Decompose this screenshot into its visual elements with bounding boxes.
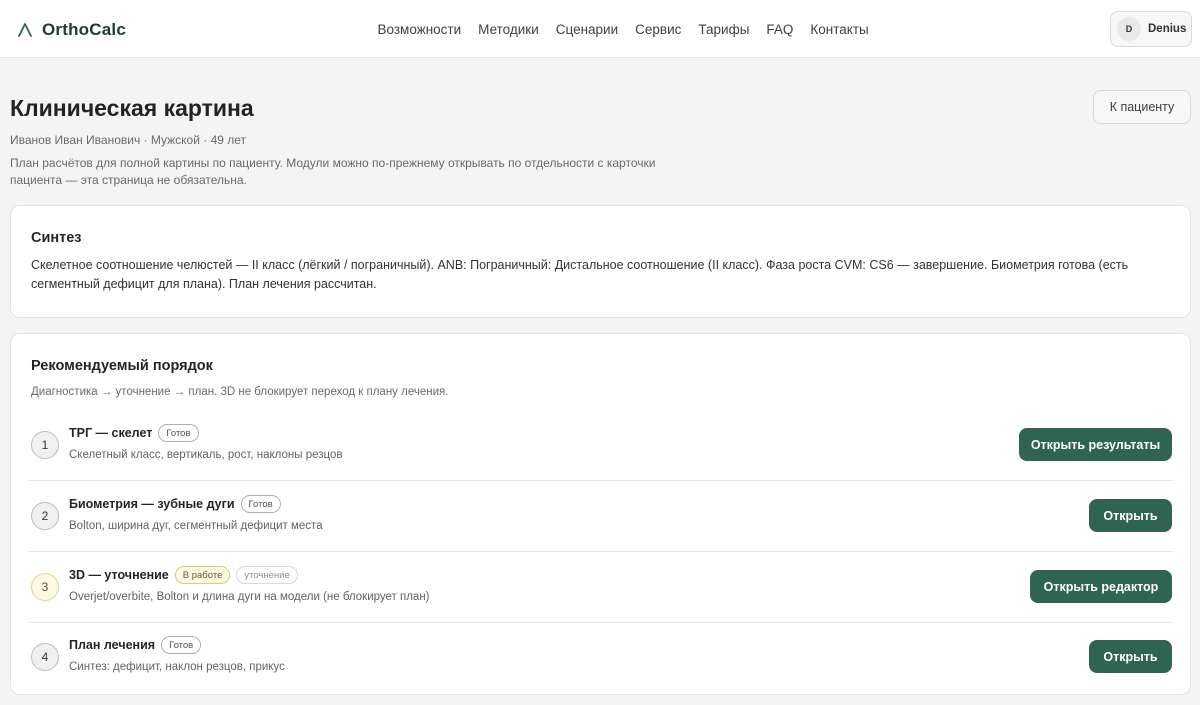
nav-link-scenarios[interactable]: Сценарии (547, 22, 626, 37)
step-title-row: ТРГ — скелет Готов (69, 424, 199, 442)
nav-link-features[interactable]: Возможности (369, 22, 470, 37)
step-title: 3D — уточнение (69, 568, 169, 582)
open-button[interactable]: Открыть (1089, 499, 1172, 532)
patient-info: Иванов Иван Иванович · Мужской · 49 лет (10, 133, 247, 147)
step-description: Bolton, ширина дуг, сегментный дефицит м… (69, 520, 323, 532)
step-title-row: Биометрия — зубные дуги Готов (69, 495, 281, 513)
status-badge: В работе (174, 566, 231, 584)
step-description: Синтез: дефицит, наклон резцов, прикус (69, 661, 285, 673)
logo-icon (18, 23, 32, 37)
nav-link-pricing[interactable]: Тарифы (690, 22, 758, 37)
top-navigation-bar: OrthoCalc Возможности Методики Сценарии … (0, 0, 1200, 58)
step-description: Overjet/overbite, Bolton и длина дуги на… (69, 591, 430, 603)
status-badge: Готов (158, 424, 199, 442)
open-editor-button[interactable]: Открыть редактор (1030, 570, 1172, 603)
nav-link-contacts[interactable]: Контакты (802, 22, 877, 37)
brand[interactable]: OrthoCalc (16, 17, 126, 43)
synthesis-card: Синтез Скелетное соотношение челюстей — … (10, 205, 1191, 318)
step-description: Скелетный класс, вертикаль, рост, наклон… (69, 449, 343, 461)
step-item-biometry: 2 Биометрия — зубные дуги Готов Bolton, … (29, 482, 1173, 552)
synthesis-text: Скелетное соотношение челюстей — II клас… (31, 258, 1129, 291)
step-number: 2 (31, 502, 59, 530)
nav-link-faq[interactable]: FAQ (758, 22, 802, 37)
page-description: План расчётов для полной картины по паци… (10, 156, 656, 187)
avatar: D (1117, 17, 1141, 41)
step-number: 1 (31, 431, 59, 459)
page-title: Клиническая картина (10, 95, 254, 121)
user-name: Denius (1148, 23, 1187, 35)
divider (29, 551, 1173, 552)
step-title-row: План лечения Готов (69, 636, 202, 654)
main-nav: Возможности Методики Сценарии Сервис Тар… (369, 0, 877, 58)
tag-badge: уточнение (236, 566, 298, 584)
step-item-3d-refinement: 3 3D — уточнение В работе уточнение Over… (29, 553, 1173, 623)
nav-link-service[interactable]: Сервис (627, 22, 690, 37)
step-title: ТРГ — скелет (69, 426, 153, 440)
synthesis-title: Синтез (31, 230, 82, 246)
recommended-order-card: Рекомендуемый порядок Диагностика → уточ… (10, 333, 1191, 695)
brand-name: OrthoCalc (42, 20, 126, 39)
step-number: 4 (31, 643, 59, 671)
recommended-order-subtitle: Диагностика → уточнение → план. 3D не бл… (31, 386, 449, 398)
step-item-cephalometry: 1 ТРГ — скелет Готов Скелетный класс, ве… (29, 411, 1173, 481)
step-number: 3 (31, 573, 59, 601)
nav-link-methods[interactable]: Методики (470, 22, 548, 37)
status-badge: Готов (161, 636, 202, 654)
step-title-row: 3D — уточнение В работе уточнение (69, 566, 298, 584)
step-title: План лечения (69, 638, 156, 652)
user-menu-button[interactable]: D Denius (1110, 11, 1192, 47)
open-results-button[interactable]: Открыть результаты (1019, 428, 1172, 461)
back-to-patient-button[interactable]: К пациенту (1093, 90, 1191, 124)
step-item-treatment-plan: 4 План лечения Готов Синтез: дефицит, на… (29, 623, 1173, 693)
recommended-order-title: Рекомендуемый порядок (31, 358, 213, 374)
divider (29, 480, 1173, 481)
status-badge: Готов (240, 495, 281, 513)
step-title: Биометрия — зубные дуги (69, 497, 235, 511)
open-button[interactable]: Открыть (1089, 640, 1172, 673)
